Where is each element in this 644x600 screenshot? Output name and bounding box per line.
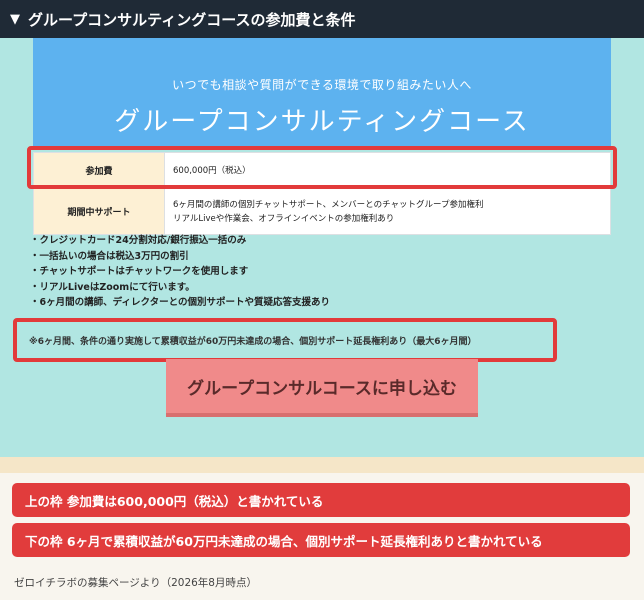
support-value: 6ヶ月間の講師の個別チャットサポート、メンバーとのチャットグループ参加権利 リア… — [164, 188, 611, 235]
section-title: グループコンサルティングコースの参加費と条件 — [28, 10, 356, 29]
hero-title: グループコンサルティングコース — [114, 107, 530, 137]
list-item: ・一括払いの場合は税込3万円の割引 — [30, 250, 189, 262]
list-item: ・リアルLiveはZoomにて行います。 — [30, 281, 195, 293]
fee-value: 600,000円（税込） — [164, 152, 611, 189]
divider-band — [0, 457, 644, 473]
apply-button[interactable]: グループコンサルコースに申し込む — [166, 359, 478, 417]
caption-banner-bottom: 下の枠 6ヶ月で累積収益が60万円未達成の場合、個別サポート延長権利ありと書かれ… — [12, 523, 630, 557]
support-label: 期間中サポート — [33, 188, 165, 235]
collapse-triangle-icon[interactable]: ▼ — [10, 12, 20, 27]
list-item: ・6ヶ月間の講師、ディレクターとの個別サポートや質疑応答支援あり — [30, 297, 330, 308]
section-header[interactable]: ▼ グループコンサルティングコースの参加費と条件 — [0, 0, 644, 38]
list-item: ・チャットサポートはチャットワークを使用します — [30, 266, 249, 277]
hero-subtitle: いつでも相談や質問ができる環境で取り組みたい人へ — [172, 78, 472, 92]
table-row: 参加費 600,000円（税込） — [33, 152, 611, 189]
pricing-table: 参加費 600,000円（税込） 期間中サポート 6ヶ月間の講師の個別チャットサ… — [33, 152, 611, 235]
course-hero: いつでも相談や質問ができる環境で取り組みたい人へ グループコンサルティングコース — [33, 38, 611, 146]
conditions-list: ・クレジットカード24分割対応/銀行振込一括のみ ・一括払いの場合は税込3万円の… — [30, 233, 330, 311]
caption-banner-top: 上の枠 参加費は600,000円（税込）と書かれている — [12, 483, 630, 517]
list-item: ・クレジットカード24分割対応/銀行振込一括のみ — [30, 235, 247, 246]
source-note: ゼロイチラボの募集ページより（2026年8月時点） — [14, 577, 257, 589]
fee-label: 参加費 — [33, 152, 165, 189]
extension-note: ※6ヶ月間、条件の通り実施して累積収益が60万円未達成の場合、個別サポート延長権… — [29, 336, 477, 347]
table-row: 期間中サポート 6ヶ月間の講師の個別チャットサポート、メンバーとのチャットグルー… — [33, 188, 611, 235]
